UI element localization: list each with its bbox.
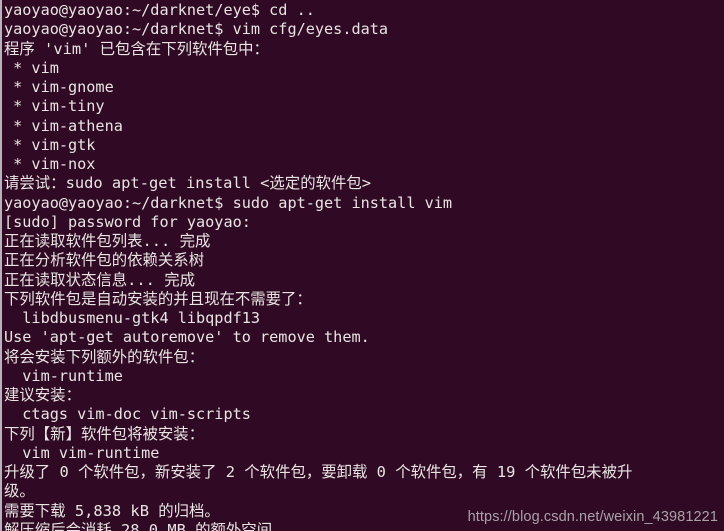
terminal-line: yaoyao@yaoyao:~/darknet/eye$ cd .. — [4, 1, 315, 19]
terminal-line: 将会安装下列额外的软件包： — [4, 347, 205, 366]
terminal-line: 级。 — [4, 482, 35, 501]
terminal-output: yaoyao@yaoyao:~/darknet/eye$ cd .. yaoyao… — [2, 0, 724, 531]
terminal-line: * vim-athena — [4, 116, 123, 135]
terminal-line: ctags vim-doc vim-scripts — [4, 405, 251, 424]
terminal-line: 下列软件包是自动安装的并且现在不需要了： — [4, 289, 312, 308]
terminal-line: 升级了 0 个软件包，新安装了 2 个软件包，要卸载 0 个软件包，有 19 个… — [4, 463, 633, 481]
terminal-line: Use 'apt-get autoremove' to remove them. — [4, 328, 370, 347]
terminal-line: 程序 'vim' 已包含在下列软件包中： — [4, 39, 269, 58]
terminal-line: 建议安装： — [4, 386, 81, 404]
terminal-line: 请尝试：sudo apt-get install <选定的软件包> — [4, 174, 372, 193]
terminal-window[interactable]: yaoyao@yaoyao:~/darknet/eye$ cd .. yaoyao… — [0, 0, 724, 531]
watermark-label: https://blog.csdn.net/weixin_43981221 — [467, 509, 718, 525]
terminal-line: 正在读取状态信息... 完成 — [4, 270, 195, 289]
terminal-line: vim-runtime — [4, 366, 123, 385]
terminal-line: * vim-tiny — [4, 97, 105, 116]
terminal-line: * vim — [4, 58, 59, 77]
terminal-line: * vim-gnome — [4, 78, 114, 96]
terminal-line: yaoyao@yaoyao:~/darknet$ sudo apt-get in… — [4, 193, 453, 212]
terminal-line: yaoyao@yaoyao:~/darknet$ vim cfg/eyes.da… — [4, 20, 389, 39]
terminal-line: [sudo] password for yaoyao: — [4, 212, 251, 231]
terminal-line: 正在读取软件包列表... 完成 — [4, 232, 211, 250]
terminal-line: vim vim-runtime — [4, 443, 160, 462]
terminal-line: libdbusmenu-gtk4 libqpdf13 — [4, 309, 261, 327]
terminal-line: * vim-nox — [4, 155, 96, 173]
terminal-line: 正在分析软件包的依赖关系树 — [4, 251, 205, 270]
terminal-line: 下列【新】软件包将被安装： — [4, 424, 205, 443]
terminal-line: * vim-gtk — [4, 135, 96, 154]
